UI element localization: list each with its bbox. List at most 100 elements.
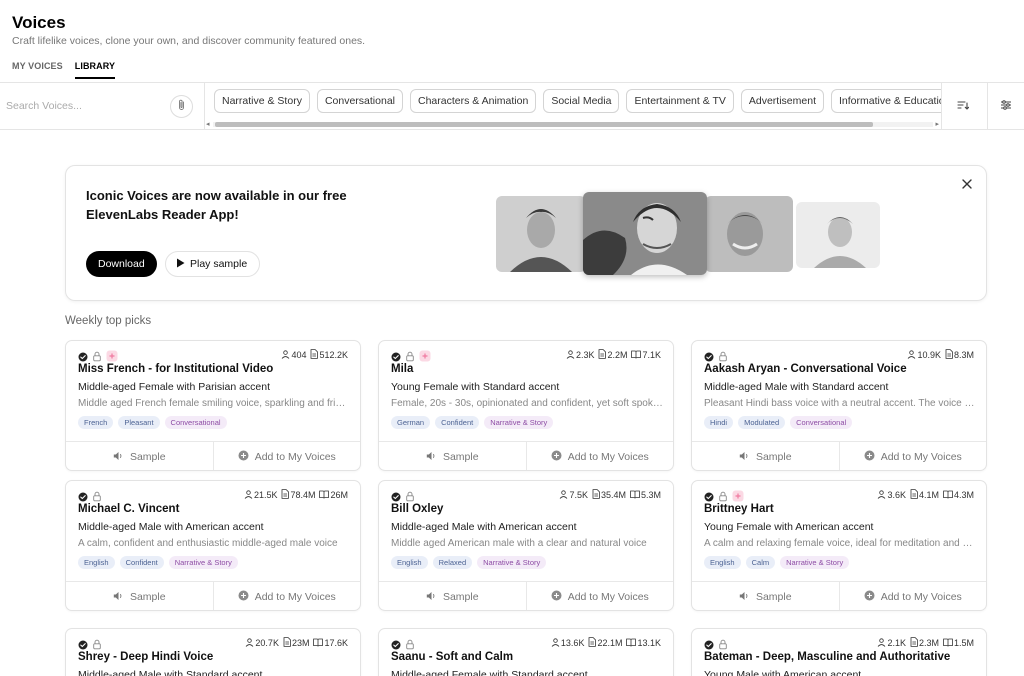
sample-button[interactable]: Sample (379, 582, 526, 610)
category-chip[interactable]: Narrative & Story (214, 89, 310, 113)
voice-tag: Narrative & Story (484, 416, 554, 429)
speaker-icon (113, 591, 124, 604)
add-to-my-voices-button[interactable]: Add to My Voices (525, 442, 674, 470)
scroll-left-icon[interactable]: ◂ (206, 120, 210, 128)
sample-label: Sample (442, 591, 479, 603)
add-to-my-voices-button[interactable]: Add to My Voices (525, 582, 674, 610)
attach-audio-button[interactable] (170, 95, 193, 118)
user-icon (877, 489, 886, 501)
play-sample-button[interactable]: Play sample (165, 251, 261, 277)
voice-accent: Middle-aged Male with Standard accent (78, 669, 263, 676)
book-icon (630, 490, 640, 501)
page-title: Voices (12, 13, 66, 32)
category-chip[interactable]: Characters & Animation (410, 89, 537, 113)
voice-tags: French Pleasant Conversational (78, 416, 227, 429)
paperclip-icon (177, 98, 186, 116)
character-count: 78.4M (290, 490, 316, 500)
voice-card[interactable]: 13.6K 22.1M 13.1K Saanu - Soft and Calm … (378, 628, 674, 676)
plus-circle-icon (864, 590, 875, 604)
sample-label: Sample (442, 451, 479, 463)
add-label: Add to My Voices (254, 591, 336, 603)
voice-tag: Conversational (164, 416, 227, 429)
user-count: 2.3K (575, 350, 595, 360)
tab-library[interactable]: LIBRARY (74, 61, 116, 79)
voice-card[interactable]: 10.9K 8.3M Aakash Aryan - Conversational… (691, 340, 987, 471)
voice-card[interactable]: 2.3K 2.2M 7.1K Mila Young Female with St… (378, 340, 674, 471)
voice-accent: Middle-aged Male with Standard accent (704, 381, 889, 393)
book-icon (943, 638, 953, 649)
document-icon (910, 637, 918, 649)
card-actions: Sample Add to My Voices (379, 581, 674, 610)
add-label: Add to My Voices (880, 451, 962, 463)
search-area (0, 83, 205, 130)
sort-button[interactable] (941, 83, 983, 130)
plus-circle-icon (238, 450, 249, 464)
category-chip[interactable]: Advertisement (740, 89, 824, 113)
tab-my-voices[interactable]: MY VOICES (12, 61, 63, 79)
voice-tag: Hindi (704, 416, 734, 429)
book-icon (319, 490, 330, 501)
filter-button[interactable] (987, 83, 1024, 130)
portrait-image (796, 202, 880, 268)
category-chip[interactable]: Conversational (316, 89, 403, 113)
voice-description: Middle aged American male with a clear a… (391, 538, 647, 549)
plus-circle-icon (864, 450, 875, 464)
user-count: 10.9K (917, 350, 941, 360)
speaker-icon (739, 591, 750, 604)
user-icon (907, 349, 916, 361)
add-to-my-voices-button[interactable]: Add to My Voices (838, 582, 987, 610)
portrait-image (496, 196, 586, 272)
user-count: 7.5K (569, 490, 588, 500)
voice-tag: Narrative & Story (168, 556, 238, 569)
chips-scrollbar[interactable]: ◂ ▸ (205, 120, 941, 128)
sample-button[interactable]: Sample (66, 442, 213, 470)
document-icon (945, 349, 953, 361)
document-icon (598, 349, 607, 361)
user-count: 2.1K (887, 638, 906, 648)
search-input[interactable] (6, 97, 166, 115)
category-chips: Narrative & Story Conversational Charact… (205, 83, 941, 130)
voice-tag: English (391, 556, 428, 569)
voice-name: Aakash Aryan - Conversational Voice (704, 363, 907, 375)
voice-card[interactable]: 404 512.2K Miss French - for Institution… (65, 340, 361, 471)
voice-card[interactable]: 3.6K 4.1M 4.3M Brittney Hart Young Femal… (691, 480, 987, 611)
voice-description: Middle aged French female smiling voice,… (78, 398, 350, 409)
book-count: 7.1K (642, 350, 661, 360)
add-to-my-voices-button[interactable]: Add to My Voices (212, 442, 361, 470)
voice-card[interactable]: 21.5K 78.4M 26M Michael C. Vincent Middl… (65, 480, 361, 611)
close-banner-button[interactable] (958, 176, 976, 194)
voice-description: Female, 20s - 30s, opinionated and confi… (391, 398, 663, 409)
voice-description: Pleasant Hindi bass voice with a neutral… (704, 398, 976, 409)
category-chip[interactable]: Social Media (543, 89, 620, 113)
voice-card[interactable]: 7.5K 35.4M 5.3M Bill Oxley Middle-aged M… (378, 480, 674, 611)
sort-icon (956, 98, 969, 116)
voice-tag: Confident (119, 556, 164, 569)
book-count: 17.6K (324, 638, 348, 648)
voice-card[interactable]: 20.7K 23M 17.6K Shrey - Deep Hindi Voice… (65, 628, 361, 676)
add-label: Add to My Voices (567, 451, 649, 463)
sample-label: Sample (129, 451, 166, 463)
category-chip[interactable]: Entertainment & TV (626, 89, 734, 113)
page-subtitle: Craft lifelike voices, clone your own, a… (12, 35, 366, 47)
scroll-right-icon[interactable]: ▸ (935, 120, 939, 128)
section-label: Weekly top picks (65, 315, 152, 327)
voice-tag: Calm (745, 556, 776, 569)
category-chip[interactable]: Informative & Educational (831, 89, 941, 113)
sample-button[interactable]: Sample (692, 442, 839, 470)
voice-tag: Narrative & Story (780, 556, 850, 569)
sample-button[interactable]: Sample (692, 582, 839, 610)
voice-tag: English (78, 556, 115, 569)
voice-tags: English Relaxed Narrative & Story (391, 556, 547, 569)
add-to-my-voices-button[interactable]: Add to My Voices (838, 442, 987, 470)
sample-button[interactable]: Sample (66, 582, 213, 610)
banner-title: Iconic Voices are now available in our f… (86, 186, 386, 224)
add-to-my-voices-button[interactable]: Add to My Voices (212, 582, 361, 610)
scroll-thumb[interactable] (215, 122, 873, 127)
voice-card[interactable]: 2.1K 2.3M 1.5M Bateman - Deep, Masculine… (691, 628, 987, 676)
user-icon (551, 637, 560, 649)
download-button[interactable]: Download (86, 251, 157, 277)
voice-tag: Narrative & Story (477, 556, 547, 569)
voice-description: A calm and relaxing female voice, ideal … (704, 538, 976, 549)
add-label: Add to My Voices (254, 451, 336, 463)
sample-button[interactable]: Sample (379, 442, 526, 470)
